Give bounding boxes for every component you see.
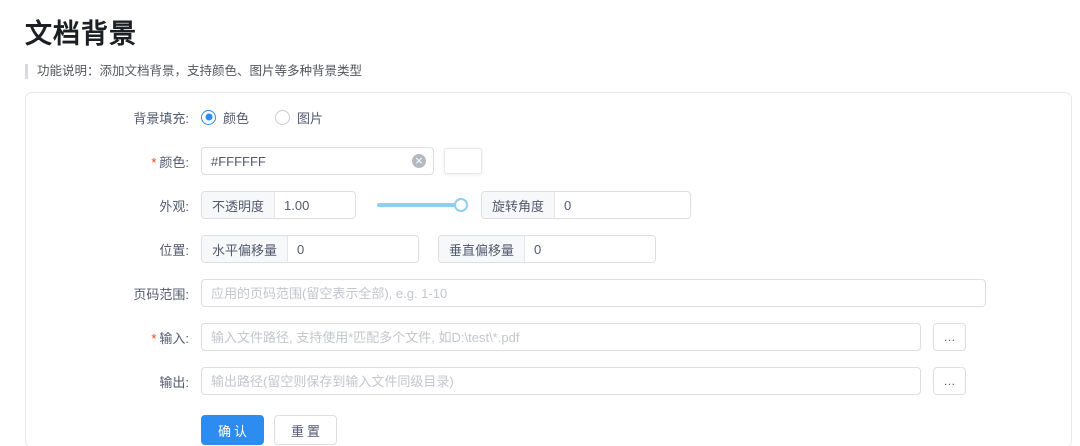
confirm-button[interactable]: 确认 — [201, 415, 265, 445]
radio-image-option[interactable]: 图片 — [275, 108, 323, 127]
slider-handle[interactable] — [454, 198, 468, 212]
opacity-slider[interactable] — [377, 197, 468, 213]
clear-icon[interactable]: × — [412, 154, 426, 168]
page-title: 文档背景 — [25, 19, 137, 49]
row-input-file: *输入: … — [26, 322, 1071, 352]
radio-color-option[interactable]: 颜色 — [201, 108, 249, 127]
row-page-range: 页码范围: — [26, 278, 1071, 308]
position-label: 位置: — [159, 242, 189, 258]
opacity-input[interactable] — [275, 192, 355, 218]
required-asterisk: * — [151, 154, 157, 170]
page-container: 文档背景 功能说明：添加文档背景，支持颜色、图片等多种背景类型 背景填充: 颜色… — [0, 0, 1080, 446]
rotation-prepend-label: 旋转角度 — [482, 192, 556, 218]
form-actions: 确认 重置 — [201, 415, 1071, 445]
color-input[interactable] — [201, 147, 434, 175]
slider-fill — [377, 203, 461, 207]
vertical-offset-group: 垂直偏移量 — [438, 235, 656, 263]
output-file-label: 输出: — [159, 374, 189, 390]
vertical-offset-label: 垂直偏移量 — [439, 236, 526, 262]
color-label: * 颜色: — [151, 154, 189, 170]
radio-unselected-icon — [275, 109, 291, 125]
horizontal-offset-group: 水平偏移量 — [201, 235, 419, 263]
page-range-input[interactable] — [201, 279, 986, 307]
row-background-fill: 背景填充: 颜色 图片 — [26, 102, 1071, 132]
form-card: 背景填充: 颜色 图片 *颜色: × — [25, 92, 1072, 446]
background-fill-label: 背景填充: — [133, 110, 189, 126]
row-appearance: 外观: 不透明度 旋转角度 — [26, 190, 1071, 220]
row-position: 位置: 水平偏移量 垂直偏移量 — [26, 234, 1071, 264]
rotation-input[interactable] — [555, 192, 690, 218]
color-swatch[interactable] — [444, 148, 482, 174]
reset-button[interactable]: 重置 — [274, 415, 338, 445]
appearance-label: 外观: — [159, 198, 189, 214]
required-asterisk: * — [151, 330, 157, 346]
horizontal-offset-label: 水平偏移量 — [202, 236, 289, 262]
output-file-path-input[interactable] — [201, 367, 921, 395]
input-file-label: * 输入: — [151, 330, 189, 346]
vertical-offset-input[interactable] — [525, 236, 655, 262]
horizontal-offset-input[interactable] — [288, 236, 418, 262]
row-output-file: 输出: … — [26, 366, 1071, 396]
input-file-path-input[interactable] — [201, 323, 921, 351]
radio-image-label: 图片 — [297, 110, 324, 126]
page-range-label: 页码范围: — [133, 286, 189, 302]
output-file-browse-button[interactable]: … — [933, 367, 966, 395]
radio-selected-icon — [201, 109, 216, 125]
row-color: *颜色: × — [26, 146, 1071, 176]
input-file-browse-button[interactable]: … — [933, 323, 966, 351]
radio-color-label: 颜色 — [223, 110, 250, 126]
rotation-input-group: 旋转角度 — [481, 191, 691, 219]
feature-description: 功能说明：添加文档背景，支持颜色、图片等多种背景类型 — [25, 64, 1072, 79]
opacity-input-group: 不透明度 — [201, 191, 356, 219]
slider-track — [377, 203, 461, 207]
opacity-prepend-label: 不透明度 — [202, 192, 276, 218]
